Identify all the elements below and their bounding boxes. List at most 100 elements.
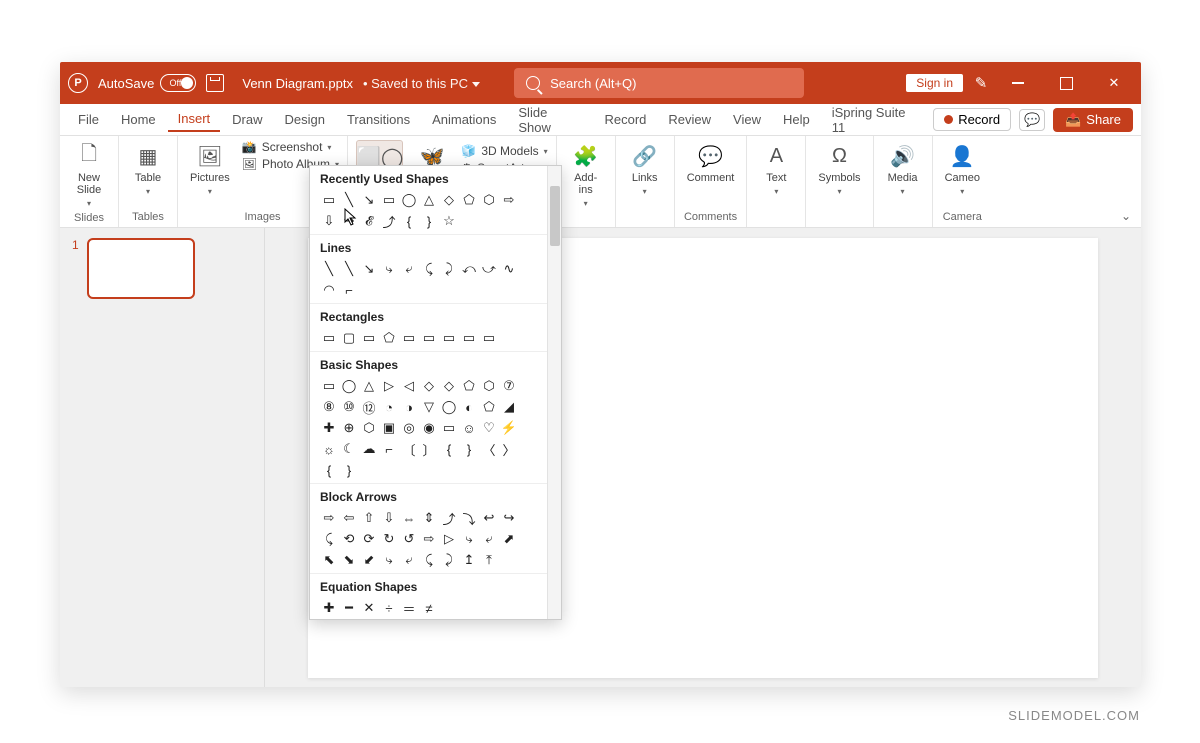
shape-item[interactable]: ⑦ — [500, 377, 518, 395]
shape-item[interactable]: ⇨ — [500, 191, 518, 209]
shape-item[interactable]: ∿ — [500, 260, 518, 278]
shape-item[interactable]: ⑫ — [360, 398, 378, 416]
links-button[interactable]: 🔗 Links ▾ — [624, 140, 666, 198]
thumbnail-preview[interactable] — [87, 238, 195, 299]
shape-item[interactable]: ✚ — [320, 599, 338, 617]
shape-item[interactable]: ⤵ — [460, 509, 478, 527]
shape-item[interactable]: ☾ — [340, 440, 358, 458]
shape-item[interactable]: { — [320, 461, 338, 479]
shape-item[interactable]: ◁ — [400, 377, 418, 395]
shape-item[interactable]: ◇ — [440, 191, 458, 209]
shape-item[interactable]: ⇦ — [340, 509, 358, 527]
shape-item[interactable]: ↥ — [460, 551, 478, 569]
shape-item[interactable]: ⟳ — [360, 530, 378, 548]
toggle-switch[interactable]: Off — [160, 74, 196, 92]
comments-button[interactable]: 💬 — [1019, 109, 1045, 131]
shape-item[interactable]: } — [340, 461, 358, 479]
shape-item[interactable]: ⬡ — [360, 419, 378, 437]
shape-item[interactable]: ◢ — [500, 398, 518, 416]
shape-item[interactable]: ⬠ — [460, 191, 478, 209]
shape-item[interactable]: ⤷ — [460, 530, 478, 548]
shape-item[interactable]: ◉ — [420, 419, 438, 437]
shape-item[interactable]: 𝓔 — [360, 212, 378, 230]
shape-item[interactable]: ⤴ — [380, 212, 398, 230]
shape-item[interactable]: ▭ — [320, 377, 338, 395]
shape-item[interactable]: ✚ — [320, 419, 338, 437]
tab-design[interactable]: Design — [275, 108, 335, 131]
maximize-button[interactable] — [1047, 68, 1085, 98]
shape-item[interactable]: ✕ — [360, 599, 378, 617]
ribbon-collapse-button[interactable]: ⌄ — [1121, 209, 1131, 223]
shape-item[interactable]: ◑ — [400, 398, 418, 416]
close-button[interactable] — [1095, 68, 1133, 98]
signin-button[interactable]: Sign in — [906, 74, 963, 92]
shape-item[interactable]: ⬋ — [360, 551, 378, 569]
symbols-button[interactable]: Ω Symbols ▾ — [814, 140, 864, 198]
shape-item[interactable]: ↘ — [360, 260, 378, 278]
shape-item[interactable]: ▭ — [360, 329, 378, 347]
shape-item[interactable]: ⇩ — [320, 212, 338, 230]
tab-file[interactable]: File — [68, 108, 109, 131]
file-name[interactable]: Venn Diagram.pptx — [242, 76, 353, 91]
shape-item[interactable]: ⌐ — [340, 281, 358, 299]
shapes-scroll-area[interactable]: Recently Used Shapes▭╲↘▭◯△◇⬠⬡⇨⇩↪𝓔⤴{}☆Lin… — [310, 166, 547, 619]
shape-item[interactable]: △ — [420, 191, 438, 209]
shape-item[interactable]: ⇨ — [320, 509, 338, 527]
shape-item[interactable]: ▢ — [340, 329, 358, 347]
tab-help[interactable]: Help — [773, 108, 820, 131]
shape-item[interactable]: ⬠ — [380, 329, 398, 347]
shape-item[interactable]: ↪ — [500, 509, 518, 527]
shape-item[interactable]: ☁ — [360, 440, 378, 458]
comment-button[interactable]: 💬 Comment — [683, 140, 739, 186]
shape-item[interactable]: 〈 — [480, 440, 498, 458]
shape-item[interactable]: ⤺ — [460, 260, 478, 278]
shape-item[interactable]: ☺ — [460, 419, 478, 437]
shape-item[interactable]: ＝ — [400, 599, 418, 617]
shape-item[interactable]: ⇕ — [420, 509, 438, 527]
shape-item[interactable]: ⇔ — [400, 509, 418, 527]
media-button[interactable]: 🔊 Media ▾ — [882, 140, 924, 198]
text-button[interactable]: A Text ▾ — [755, 140, 797, 198]
shape-item[interactable]: ⬉ — [320, 551, 338, 569]
file-status[interactable]: • Saved to this PC — [363, 76, 480, 91]
shape-item[interactable]: } — [420, 212, 438, 230]
new-slide-button[interactable]: 🗋 New Slide ▾ — [68, 140, 110, 210]
shape-item[interactable]: ⇨ — [420, 530, 438, 548]
shape-item[interactable]: ⤹ — [420, 551, 438, 569]
shape-item[interactable]: ◯ — [440, 398, 458, 416]
shape-item[interactable]: ◯ — [340, 377, 358, 395]
shape-item[interactable]: ↻ — [380, 530, 398, 548]
tab-draw[interactable]: Draw — [222, 108, 272, 131]
shape-item[interactable]: ⤒ — [480, 551, 498, 569]
shape-item[interactable]: ╲ — [340, 191, 358, 209]
shape-item[interactable]: ◎ — [400, 419, 418, 437]
shape-item[interactable]: ▭ — [420, 329, 438, 347]
search-box[interactable]: Search (Alt+Q) — [514, 68, 804, 98]
tab-transitions[interactable]: Transitions — [337, 108, 420, 131]
shape-item[interactable]: ↘ — [360, 191, 378, 209]
tab-insert[interactable]: Insert — [168, 107, 221, 132]
cameo-button[interactable]: 👤 Cameo ▾ — [941, 140, 984, 198]
shape-item[interactable]: 〉 — [500, 440, 518, 458]
shape-item[interactable]: ━ — [340, 599, 358, 617]
shape-item[interactable]: ☆ — [440, 212, 458, 230]
tab-view[interactable]: View — [723, 108, 771, 131]
shape-item[interactable]: 〕 — [420, 440, 438, 458]
autosave-toggle[interactable]: AutoSave Off — [98, 74, 196, 92]
shape-item[interactable]: ⤹ — [420, 260, 438, 278]
share-button[interactable]: 📤 Share — [1053, 108, 1133, 132]
record-button[interactable]: Record — [933, 108, 1011, 131]
shape-item[interactable]: ▭ — [380, 191, 398, 209]
shape-item[interactable]: ◔ — [380, 398, 398, 416]
shape-item[interactable]: ⟲ — [340, 530, 358, 548]
shape-item[interactable]: ⤶ — [400, 260, 418, 278]
screenshot-button[interactable]: 📸 Screenshot ▾ — [242, 140, 339, 154]
shape-item[interactable]: ⑩ — [340, 398, 358, 416]
shape-item[interactable]: ⤻ — [480, 260, 498, 278]
shape-item[interactable]: △ — [360, 377, 378, 395]
tab-slideshow[interactable]: Slide Show — [508, 101, 592, 139]
shape-item[interactable]: ⌐ — [380, 440, 398, 458]
shape-item[interactable]: ▣ — [380, 419, 398, 437]
shape-item[interactable]: ╲ — [320, 260, 338, 278]
shape-item[interactable]: ▭ — [440, 329, 458, 347]
